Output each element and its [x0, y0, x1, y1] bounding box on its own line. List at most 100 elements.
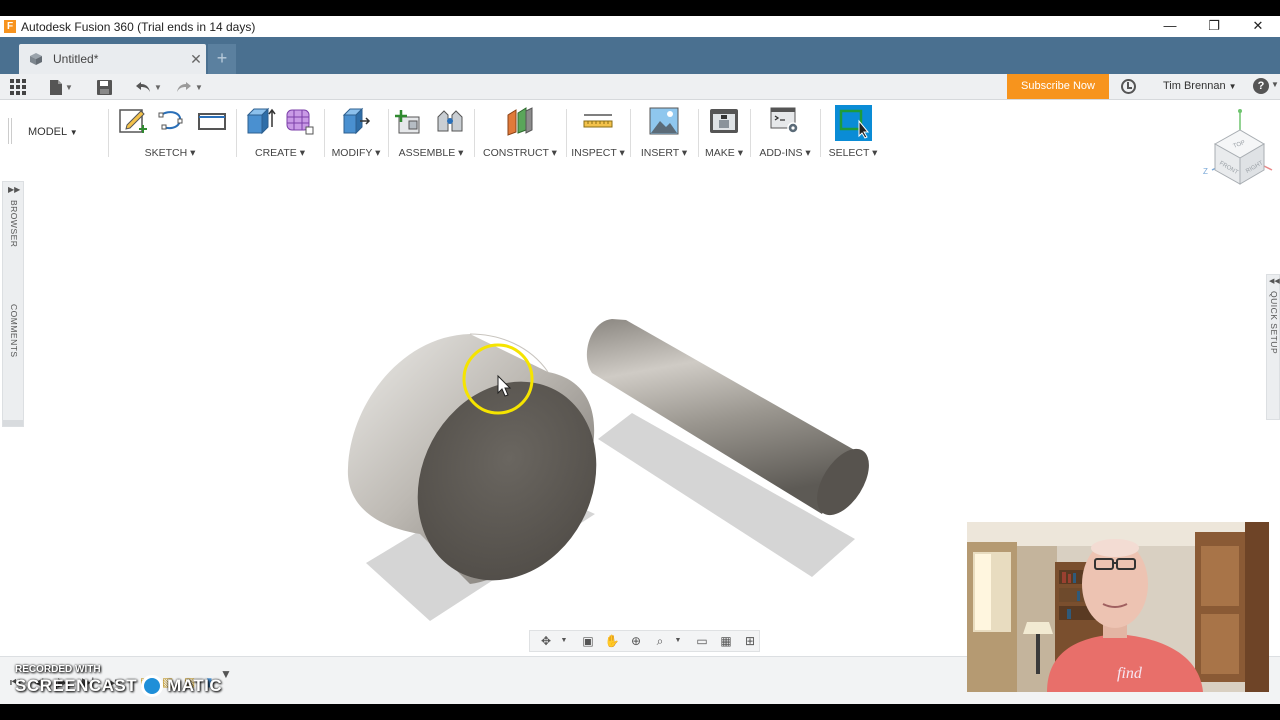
watermark-brand-left: SCREENCAST — [15, 676, 138, 695]
inspect-group-label[interactable]: INSPECT ▾ — [570, 147, 626, 159]
user-name: Tim Brennan — [1163, 80, 1226, 92]
measure-icon[interactable] — [582, 105, 614, 137]
screencast-watermark: RECORDED WITH SCREENCAST MATIC — [15, 664, 222, 697]
grid-snaps-icon[interactable]: ▦ — [718, 634, 734, 648]
select-group: SELECT ▾ — [824, 101, 882, 161]
help-icon[interactable]: ? — [1253, 78, 1269, 94]
pan-icon[interactable]: ✋ — [604, 634, 620, 648]
user-menu[interactable]: Tim Brennan ▼ — [1163, 80, 1237, 92]
create-group-label[interactable]: CREATE ▾ — [240, 147, 320, 159]
addins-group-label[interactable]: ADD-INS ▾ — [754, 147, 816, 159]
window-title: Autodesk Fusion 360 (Trial ends in 14 da… — [21, 19, 256, 34]
viewcube[interactable]: Z TOP FRONT RIGHT — [1198, 108, 1278, 188]
minimize-button[interactable]: — — [1148, 16, 1192, 37]
panel-resize-handle[interactable] — [3, 420, 23, 426]
navigation-bar: ✥ ▼ ▣ ✋ ⊕ ⌕ ▼ ▭ ▦ ⊞ — [529, 630, 760, 652]
offset-plane-icon[interactable] — [504, 105, 536, 137]
make-group-label[interactable]: MAKE ▾ — [702, 147, 746, 159]
create-form-icon[interactable] — [284, 105, 316, 137]
look-at-icon[interactable]: ▣ — [580, 634, 596, 648]
quick-access-bar: ▼ ▼ ▼ Subscribe Now Tim Brennan ▼ ? ▼ — [0, 74, 1280, 100]
toolbar-divider — [236, 109, 237, 157]
insert-group: INSERT ▾ — [634, 101, 694, 161]
construct-group-label[interactable]: CONSTRUCT ▾ — [478, 147, 562, 159]
assemble-group: ASSEMBLE ▾ — [392, 101, 470, 161]
browser-comments-panel[interactable]: ▶▶ BROWSER COMMENTS — [2, 181, 24, 427]
orbit-icon[interactable]: ✥ — [538, 634, 554, 648]
ribbon-toolbar: MODEL ▼ SKETCH ▾ CREATE ▾ MODIFY ▾ ASSEM… — [0, 101, 886, 161]
toolbar-grip[interactable] — [8, 118, 12, 144]
extrude-icon[interactable] — [244, 105, 276, 137]
zoom-dropdown-icon[interactable]: ▼ — [670, 634, 686, 648]
workspace-switcher[interactable]: MODEL ▼ — [28, 126, 78, 138]
joint-icon[interactable] — [434, 105, 466, 137]
comments-panel-label[interactable]: COMMENTS — [9, 304, 19, 358]
toolbar-divider — [566, 109, 567, 157]
expand-panel-icon[interactable]: ▶▶ — [8, 185, 20, 194]
insert-group-label[interactable]: INSERT ▾ — [634, 147, 694, 159]
make-group: MAKE ▾ — [702, 101, 746, 161]
3d-print-icon[interactable] — [708, 105, 740, 137]
title-bar: F Autodesk Fusion 360 (Trial ends in 14 … — [0, 16, 1280, 37]
shirt-text: find — [1117, 665, 1143, 682]
webcam-overlay: find — [967, 522, 1269, 692]
svg-text:Z: Z — [1203, 167, 1208, 176]
document-tab-bar: Untitled* ✕ + — [0, 37, 1280, 74]
close-window-button[interactable]: ✕ — [1236, 16, 1280, 37]
file-menu-icon[interactable]: ▼ — [50, 77, 73, 97]
modify-group: MODIFY ▾ — [328, 101, 384, 161]
window-controls: — ❐ ✕ — [1148, 16, 1280, 37]
toolbar-divider — [324, 109, 325, 157]
workspace-label: MODEL — [28, 126, 67, 138]
data-panel-grid-icon[interactable] — [10, 77, 27, 97]
save-icon[interactable] — [97, 77, 112, 97]
redo-icon[interactable]: ▼ — [176, 77, 203, 97]
insert-image-icon[interactable] — [648, 105, 680, 137]
sketch-group: SKETCH ▾ — [112, 101, 232, 161]
toolbar-divider — [108, 109, 109, 157]
rectangle-icon[interactable] — [196, 105, 228, 137]
create-group: CREATE ▾ — [240, 101, 320, 161]
scripts-addins-icon[interactable] — [769, 105, 801, 137]
toolbar-divider — [474, 109, 475, 157]
press-pull-icon[interactable] — [340, 105, 372, 137]
subscribe-now-button[interactable]: Subscribe Now — [1007, 74, 1109, 99]
assemble-group-label[interactable]: ASSEMBLE ▾ — [392, 147, 470, 159]
restore-button[interactable]: ❐ — [1192, 16, 1236, 37]
browser-panel-label[interactable]: BROWSER — [9, 200, 19, 247]
watermark-recorded-with: RECORDED WITH — [15, 664, 101, 675]
modify-group-label[interactable]: MODIFY ▾ — [328, 147, 384, 159]
construct-group: CONSTRUCT ▾ — [478, 101, 562, 161]
viewports-icon[interactable]: ⊞ — [742, 634, 758, 648]
fusion-logo-icon: F — [4, 20, 16, 33]
fit-icon[interactable]: ⌕ — [652, 634, 668, 648]
help-dropdown-icon[interactable]: ▼ — [1271, 80, 1279, 89]
toolbar-divider — [820, 109, 821, 157]
document-tab-untitled[interactable]: Untitled* ✕ — [19, 44, 206, 74]
select-group-label[interactable]: SELECT ▾ — [824, 147, 882, 159]
design-cube-icon — [30, 53, 42, 65]
orbit-dropdown-icon[interactable]: ▼ — [556, 634, 572, 648]
new-tab-button[interactable]: + — [208, 44, 236, 74]
watermark-brand-right: MATIC — [167, 676, 223, 695]
quick-setup-panel[interactable]: ◀◀ QUICK SETUP — [1266, 274, 1280, 420]
fusion-360-window: F Autodesk Fusion 360 (Trial ends in 14 … — [0, 16, 1280, 704]
undo-icon[interactable]: ▼ — [135, 77, 162, 97]
inspect-group: INSPECT ▾ — [570, 101, 626, 161]
sketch-group-label[interactable]: SKETCH ▾ — [110, 147, 230, 159]
toolbar-divider — [388, 109, 389, 157]
addins-group: ADD-INS ▾ — [754, 101, 816, 161]
spline-icon[interactable] — [156, 105, 188, 137]
toolbar-divider — [630, 109, 631, 157]
toolbar-divider — [750, 109, 751, 157]
zoom-icon[interactable]: ⊕ — [628, 634, 644, 648]
create-sketch-icon[interactable] — [117, 105, 149, 137]
screencast-logo-icon — [141, 675, 164, 697]
collapse-panel-icon[interactable]: ◀◀ — [1269, 277, 1280, 285]
close-tab-icon[interactable]: ✕ — [186, 51, 206, 68]
new-component-icon[interactable] — [395, 105, 427, 137]
document-tab-label: Untitled* — [53, 52, 99, 66]
display-settings-icon[interactable]: ▭ — [694, 634, 710, 648]
quick-setup-label[interactable]: QUICK SETUP — [1269, 291, 1279, 354]
job-status-clock-icon[interactable] — [1121, 79, 1136, 94]
